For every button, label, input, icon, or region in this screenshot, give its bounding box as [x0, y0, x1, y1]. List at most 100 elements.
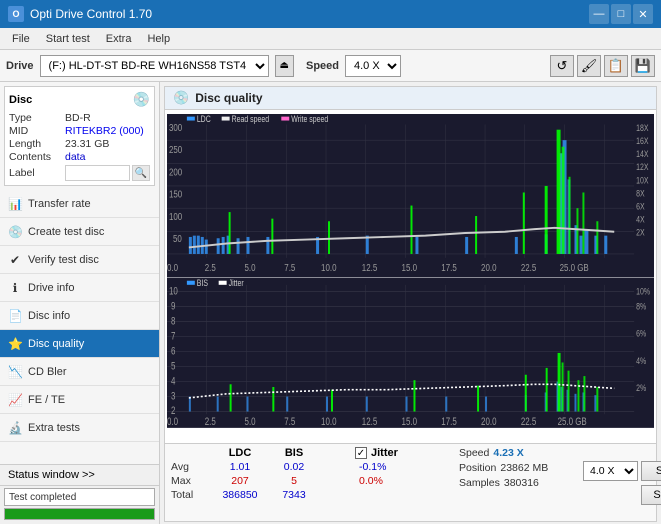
svg-text:6%: 6% — [636, 327, 647, 338]
sidebar-item-disc-quality[interactable]: ⭐ Disc quality — [0, 330, 159, 358]
avg-label: Avg — [171, 461, 211, 473]
bottom-chart-svg: 10 9 8 7 6 5 4 3 2 10% 8% 6% 4% — [167, 278, 654, 442]
svg-text:15.0: 15.0 — [402, 416, 417, 429]
info-button[interactable]: 📋 — [604, 55, 628, 77]
bis-avg: 0.02 — [269, 461, 319, 473]
svg-text:2.5: 2.5 — [205, 416, 216, 429]
svg-text:150: 150 — [169, 189, 182, 200]
sidebar-item-disc-info[interactable]: 📄 Disc info — [0, 302, 159, 330]
svg-text:300: 300 — [169, 122, 182, 133]
sidebar-item-label: CD Bler — [28, 366, 67, 378]
svg-text:16X: 16X — [636, 136, 649, 146]
svg-text:17.5: 17.5 — [441, 416, 456, 429]
action-buttons: 4.0 X 8.0 X Start full Start part — [583, 447, 661, 518]
drive-bar: Drive (F:) HL-DT-ST BD-RE WH16NS58 TST4 … — [0, 50, 661, 82]
sidebar-item-transfer-rate[interactable]: 📊 Transfer rate — [0, 190, 159, 218]
ldc-avg: 1.01 — [215, 461, 265, 473]
cd-bler-icon: 📉 — [8, 365, 22, 379]
svg-text:4X: 4X — [636, 215, 645, 225]
svg-text:0.0: 0.0 — [167, 416, 178, 429]
sidebar-item-label: FE / TE — [28, 394, 65, 406]
label-input[interactable] — [65, 165, 130, 181]
progress-bar — [4, 508, 155, 520]
svg-text:4%: 4% — [636, 354, 647, 365]
total-label: Total — [171, 489, 211, 501]
content-area: 💿 Disc quality — [160, 82, 661, 524]
svg-text:10.0: 10.0 — [321, 262, 336, 273]
svg-text:200: 200 — [169, 166, 182, 177]
drive-action-buttons: ↺ 🖌 📋 💾 — [550, 55, 655, 77]
eject-button[interactable]: ⏏ — [275, 55, 294, 77]
svg-text:LDC: LDC — [197, 114, 211, 124]
length-key: Length — [9, 138, 65, 150]
menu-extra[interactable]: Extra — [98, 31, 140, 47]
sidebar-item-create-test-disc[interactable]: 💿 Create test disc — [0, 218, 159, 246]
jitter-max: 0.0% — [355, 475, 435, 487]
paint-button[interactable]: 🖌 — [577, 55, 601, 77]
sidebar-item-verify-test-disc[interactable]: ✔ Verify test disc — [0, 246, 159, 274]
sidebar-item-label: Extra tests — [28, 422, 80, 434]
svg-text:10X: 10X — [636, 175, 649, 185]
svg-text:5.0: 5.0 — [245, 416, 256, 429]
label-key: Label — [9, 167, 65, 179]
menu-help[interactable]: Help — [139, 31, 178, 47]
bis-total: 7343 — [269, 489, 319, 501]
chart-container: 💿 Disc quality — [164, 86, 657, 522]
menu-start-test[interactable]: Start test — [38, 31, 98, 47]
bis-max: 5 — [269, 475, 319, 487]
position-key: Position — [459, 462, 496, 474]
length-val: 23.31 GB — [65, 138, 150, 150]
svg-text:8X: 8X — [636, 189, 645, 199]
svg-text:8%: 8% — [636, 300, 647, 311]
test-speed-select[interactable]: 4.0 X 8.0 X — [583, 461, 638, 481]
type-val: BD-R — [65, 112, 150, 124]
svg-text:6: 6 — [171, 345, 175, 358]
svg-text:22.5: 22.5 — [521, 416, 536, 429]
svg-text:22.5: 22.5 — [521, 262, 536, 273]
speed-label: Speed — [306, 60, 339, 72]
nav-items: 📊 Transfer rate 💿 Create test disc ✔ Ver… — [0, 190, 159, 442]
maximize-button[interactable]: □ — [611, 4, 631, 24]
svg-text:4: 4 — [171, 375, 176, 388]
svg-text:7: 7 — [171, 330, 175, 343]
samples-key: Samples — [459, 477, 500, 489]
sidebar-item-cd-bler[interactable]: 📉 CD Bler — [0, 358, 159, 386]
svg-text:12.5: 12.5 — [362, 262, 377, 273]
stats-bar: LDC BIS Avg 1.01 0.02 Max 207 5 Total — [165, 443, 656, 521]
ldc-max: 207 — [215, 475, 265, 487]
ldc-header: LDC — [215, 447, 265, 459]
main-layout: Disc 💿 Type BD-R MID RITEKBR2 (000) Leng… — [0, 82, 661, 524]
window-controls: — □ ✕ — [589, 4, 653, 24]
label-search-button[interactable]: 🔍 — [132, 165, 150, 181]
svg-text:25.0 GB: 25.0 GB — [560, 262, 589, 273]
start-part-button[interactable]: Start part — [641, 485, 661, 505]
sidebar-item-label: Verify test disc — [28, 254, 99, 266]
menu-bar: File Start test Extra Help — [0, 28, 661, 50]
contents-val: data — [65, 151, 150, 163]
svg-text:20.0: 20.0 — [481, 262, 496, 273]
start-full-button[interactable]: Start full — [641, 461, 661, 481]
close-button[interactable]: ✕ — [633, 4, 653, 24]
disc-quality-icon: ⭐ — [8, 337, 22, 351]
minimize-button[interactable]: — — [589, 4, 609, 24]
menu-file[interactable]: File — [4, 31, 38, 47]
sidebar-item-drive-info[interactable]: ℹ Drive info — [0, 274, 159, 302]
sidebar-item-extra-tests[interactable]: 🔬 Extra tests — [0, 414, 159, 442]
drive-select[interactable]: (F:) HL-DT-ST BD-RE WH16NS58 TST4 — [40, 55, 269, 77]
status-window-button[interactable]: Status window >> — [0, 465, 159, 486]
svg-text:5: 5 — [171, 360, 175, 373]
svg-text:9: 9 — [171, 300, 175, 313]
svg-text:12X: 12X — [636, 162, 649, 172]
jitter-checkbox[interactable]: ✓ — [355, 447, 367, 459]
sidebar-item-fe-te[interactable]: 📈 FE / TE — [0, 386, 159, 414]
app-title: Opti Drive Control 1.70 — [30, 7, 152, 21]
svg-text:100: 100 — [169, 211, 182, 222]
save-button[interactable]: 💾 — [631, 55, 655, 77]
extra-tests-icon: 🔬 — [8, 421, 22, 435]
fe-te-icon: 📈 — [8, 393, 22, 407]
svg-text:2%: 2% — [636, 381, 647, 392]
speed-select[interactable]: 4.0 X 8.0 X — [345, 55, 401, 77]
refresh-button[interactable]: ↺ — [550, 55, 574, 77]
jitter-total — [355, 489, 435, 501]
status-window-label: Status window >> — [8, 469, 95, 481]
